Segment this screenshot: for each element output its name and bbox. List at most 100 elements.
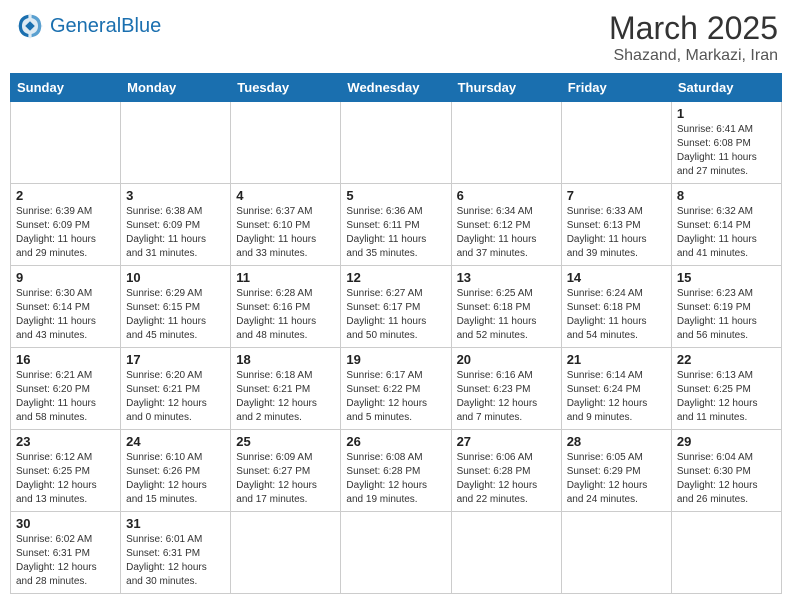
day-number: 29 — [677, 434, 776, 449]
calendar-row: 2 Sunrise: 6:39 AM Sunset: 6:09 PM Daylig… — [11, 184, 782, 266]
calendar-cell: 25 Sunrise: 6:09 AM Sunset: 6:27 PM Dayli… — [231, 430, 341, 512]
calendar-cell — [671, 512, 781, 594]
day-number: 15 — [677, 270, 776, 285]
calendar-cell: 24Sunrise: 6:10 AM Sunset: 6:26 PM Dayli… — [121, 430, 231, 512]
calendar-cell: 5 Sunrise: 6:36 AM Sunset: 6:11 PM Daylig… — [341, 184, 451, 266]
calendar-cell — [341, 102, 451, 184]
day-number: 5 — [346, 188, 445, 203]
header: GeneralBlue March 2025 Shazand, Markazi,… — [10, 10, 782, 65]
calendar-cell: 4 Sunrise: 6:37 AM Sunset: 6:10 PM Daylig… — [231, 184, 341, 266]
calendar-cell: 27 Sunrise: 6:06 AM Sunset: 6:28 PM Dayli… — [451, 430, 561, 512]
day-number: 14 — [567, 270, 666, 285]
calendar-cell: 13Sunrise: 6:25 AM Sunset: 6:18 PM Dayli… — [451, 266, 561, 348]
day-number: 23 — [16, 434, 115, 449]
day-number: 2 — [16, 188, 115, 203]
logo: GeneralBlue — [14, 10, 161, 42]
calendar-cell: 12Sunrise: 6:27 AM Sunset: 6:17 PM Dayli… — [341, 266, 451, 348]
weekday-header-tuesday: Tuesday — [231, 74, 341, 102]
calendar-row: 9 Sunrise: 6:30 AM Sunset: 6:14 PM Daylig… — [11, 266, 782, 348]
day-info: Sunrise: 6:25 AM Sunset: 6:18 PM Dayligh… — [457, 287, 556, 343]
day-number: 17 — [126, 352, 225, 367]
calendar-cell: 21Sunrise: 6:14 AM Sunset: 6:24 PM Dayli… — [561, 348, 671, 430]
day-number: 20 — [457, 352, 556, 367]
day-info: Sunrise: 6:05 AM Sunset: 6:29 PM Dayligh… — [567, 451, 666, 507]
calendar-cell: 29 Sunrise: 6:04 AM Sunset: 6:30 PM Dayli… — [671, 430, 781, 512]
day-info: Sunrise: 6:16 AM Sunset: 6:23 PM Dayligh… — [457, 369, 556, 425]
day-info: Sunrise: 6:13 AM Sunset: 6:25 PM Dayligh… — [677, 369, 776, 425]
day-info: Sunrise: 6:04 AM Sunset: 6:30 PM Dayligh… — [677, 451, 776, 507]
calendar-cell: 20 Sunrise: 6:16 AM Sunset: 6:23 PM Dayli… — [451, 348, 561, 430]
day-number: 10 — [126, 270, 225, 285]
calendar-row: 30Sunrise: 6:02 AM Sunset: 6:31 PM Dayli… — [11, 512, 782, 594]
day-number: 28 — [567, 434, 666, 449]
calendar-cell: 14Sunrise: 6:24 AM Sunset: 6:18 PM Dayli… — [561, 266, 671, 348]
calendar-row: 1 Sunrise: 6:41 AM Sunset: 6:08 PM Daylig… — [11, 102, 782, 184]
calendar-cell: 7Sunrise: 6:33 AM Sunset: 6:13 PM Daylig… — [561, 184, 671, 266]
weekday-header-wednesday: Wednesday — [341, 74, 451, 102]
logo-text: GeneralBlue — [50, 16, 161, 36]
day-info: Sunrise: 6:41 AM Sunset: 6:08 PM Dayligh… — [677, 123, 776, 179]
day-info: Sunrise: 6:28 AM Sunset: 6:16 PM Dayligh… — [236, 287, 335, 343]
calendar-cell: 1 Sunrise: 6:41 AM Sunset: 6:08 PM Daylig… — [671, 102, 781, 184]
day-number: 25 — [236, 434, 335, 449]
day-number: 22 — [677, 352, 776, 367]
calendar-row: 16Sunrise: 6:21 AM Sunset: 6:20 PM Dayli… — [11, 348, 782, 430]
day-info: Sunrise: 6:09 AM Sunset: 6:27 PM Dayligh… — [236, 451, 335, 507]
weekday-header-thursday: Thursday — [451, 74, 561, 102]
calendar-cell — [451, 102, 561, 184]
calendar-cell: 31Sunrise: 6:01 AM Sunset: 6:31 PM Dayli… — [121, 512, 231, 594]
weekday-header-monday: Monday — [121, 74, 231, 102]
day-info: Sunrise: 6:34 AM Sunset: 6:12 PM Dayligh… — [457, 205, 556, 261]
day-number: 11 — [236, 270, 335, 285]
calendar-cell: 28 Sunrise: 6:05 AM Sunset: 6:29 PM Dayli… — [561, 430, 671, 512]
day-info: Sunrise: 6:37 AM Sunset: 6:10 PM Dayligh… — [236, 205, 335, 261]
day-info: Sunrise: 6:17 AM Sunset: 6:22 PM Dayligh… — [346, 369, 445, 425]
day-number: 4 — [236, 188, 335, 203]
day-number: 18 — [236, 352, 335, 367]
calendar-cell: 26 Sunrise: 6:08 AM Sunset: 6:28 PM Dayli… — [341, 430, 451, 512]
day-number: 1 — [677, 106, 776, 121]
day-info: Sunrise: 6:33 AM Sunset: 6:13 PM Dayligh… — [567, 205, 666, 261]
day-number: 12 — [346, 270, 445, 285]
calendar-cell: 19 Sunrise: 6:17 AM Sunset: 6:22 PM Dayli… — [341, 348, 451, 430]
calendar-row: 23 Sunrise: 6:12 AM Sunset: 6:25 PM Dayli… — [11, 430, 782, 512]
weekday-header-sunday: Sunday — [11, 74, 121, 102]
day-info: Sunrise: 6:12 AM Sunset: 6:25 PM Dayligh… — [16, 451, 115, 507]
weekday-header-row: SundayMondayTuesdayWednesdayThursdayFrid… — [11, 74, 782, 102]
day-info: Sunrise: 6:29 AM Sunset: 6:15 PM Dayligh… — [126, 287, 225, 343]
weekday-header-saturday: Saturday — [671, 74, 781, 102]
title-area: March 2025 Shazand, Markazi, Iran — [609, 10, 778, 65]
day-info: Sunrise: 6:21 AM Sunset: 6:20 PM Dayligh… — [16, 369, 115, 425]
day-number: 30 — [16, 516, 115, 531]
calendar-cell: 2 Sunrise: 6:39 AM Sunset: 6:09 PM Daylig… — [11, 184, 121, 266]
calendar-cell — [231, 512, 341, 594]
calendar-cell — [341, 512, 451, 594]
day-info: Sunrise: 6:36 AM Sunset: 6:11 PM Dayligh… — [346, 205, 445, 261]
day-info: Sunrise: 6:14 AM Sunset: 6:24 PM Dayligh… — [567, 369, 666, 425]
calendar-cell — [561, 102, 671, 184]
calendar-cell: 9 Sunrise: 6:30 AM Sunset: 6:14 PM Daylig… — [11, 266, 121, 348]
calendar-cell: 16Sunrise: 6:21 AM Sunset: 6:20 PM Dayli… — [11, 348, 121, 430]
day-number: 19 — [346, 352, 445, 367]
day-number: 27 — [457, 434, 556, 449]
calendar-cell — [121, 102, 231, 184]
day-info: Sunrise: 6:38 AM Sunset: 6:09 PM Dayligh… — [126, 205, 225, 261]
calendar-cell: 18Sunrise: 6:18 AM Sunset: 6:21 PM Dayli… — [231, 348, 341, 430]
calendar-cell: 3Sunrise: 6:38 AM Sunset: 6:09 PM Daylig… — [121, 184, 231, 266]
day-number: 9 — [16, 270, 115, 285]
calendar-cell: 10 Sunrise: 6:29 AM Sunset: 6:15 PM Dayli… — [121, 266, 231, 348]
day-number: 26 — [346, 434, 445, 449]
day-info: Sunrise: 6:30 AM Sunset: 6:14 PM Dayligh… — [16, 287, 115, 343]
location-subtitle: Shazand, Markazi, Iran — [609, 47, 778, 65]
logo-icon — [14, 10, 46, 42]
calendar-cell — [451, 512, 561, 594]
day-number: 6 — [457, 188, 556, 203]
day-info: Sunrise: 6:39 AM Sunset: 6:09 PM Dayligh… — [16, 205, 115, 261]
calendar-cell: 23 Sunrise: 6:12 AM Sunset: 6:25 PM Dayli… — [11, 430, 121, 512]
logo-blue: Blue — [121, 15, 161, 37]
calendar-cell — [561, 512, 671, 594]
day-info: Sunrise: 6:08 AM Sunset: 6:28 PM Dayligh… — [346, 451, 445, 507]
day-info: Sunrise: 6:06 AM Sunset: 6:28 PM Dayligh… — [457, 451, 556, 507]
logo-general: General — [50, 15, 121, 37]
calendar-cell: 11 Sunrise: 6:28 AM Sunset: 6:16 PM Dayli… — [231, 266, 341, 348]
